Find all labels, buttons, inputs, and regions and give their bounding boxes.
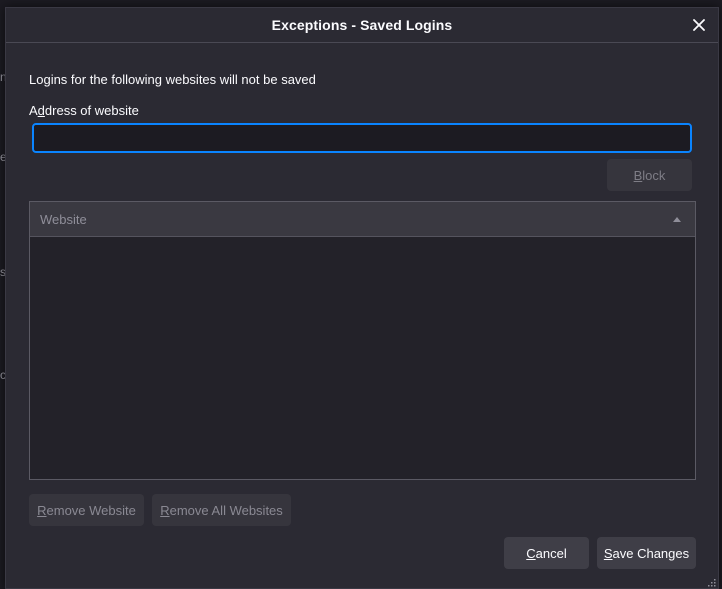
address-label: Address of website	[29, 103, 139, 118]
cancel-mnemonic: C	[526, 545, 536, 561]
save-label-rest: ave Changes	[612, 545, 690, 561]
dialog-title: Exceptions - Saved Logins	[271, 17, 453, 33]
remove-all-label-rest: emove All Websites	[169, 502, 283, 518]
remove-all-websites-button[interactable]: Remove All Websites	[152, 494, 291, 526]
save-changes-button[interactable]: Save Changes	[597, 537, 696, 569]
remove-all-mnemonic: R	[160, 502, 170, 518]
remove-website-button[interactable]: Remove Website	[29, 494, 144, 526]
website-address-input[interactable]	[32, 123, 692, 153]
address-label-prefix: A	[29, 103, 38, 118]
address-label-rest: dress of website	[44, 103, 139, 118]
website-table[interactable]: Website	[29, 201, 696, 480]
remove-label-rest: emove Website	[46, 502, 136, 518]
close-icon	[693, 19, 705, 31]
block-label-rest: lock	[642, 167, 666, 183]
close-button[interactable]	[688, 14, 710, 36]
dialog-titlebar: Exceptions - Saved Logins	[6, 8, 718, 43]
block-mnemonic: B	[633, 167, 643, 183]
cancel-button[interactable]: Cancel	[504, 537, 589, 569]
address-label-mnemonic: d	[37, 103, 45, 118]
remove-mnemonic: R	[37, 502, 47, 518]
sort-ascending-icon	[673, 216, 681, 222]
save-mnemonic: S	[603, 545, 613, 561]
column-header-website: Website	[40, 211, 87, 227]
block-button[interactable]: Block	[607, 159, 692, 191]
intro-text: Logins for the following websites will n…	[29, 72, 316, 87]
resize-grip-icon[interactable]	[708, 579, 716, 587]
table-header-website[interactable]: Website	[30, 202, 695, 237]
exceptions-dialog: Exceptions - Saved Logins Logins for the…	[5, 7, 719, 589]
cancel-label-rest: ancel	[535, 545, 567, 561]
